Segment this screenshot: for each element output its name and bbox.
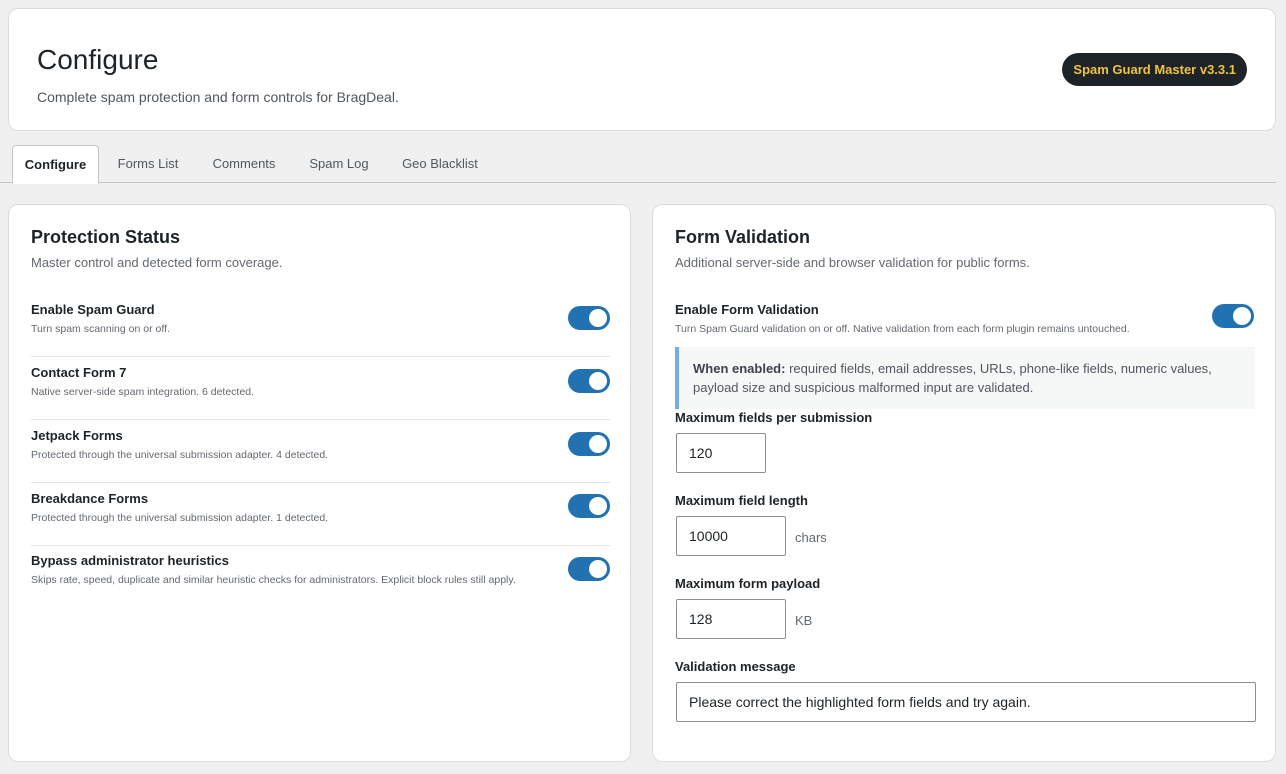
notice-strong: When enabled: bbox=[693, 361, 786, 376]
tab-comments[interactable]: Comments bbox=[198, 145, 290, 183]
setting-help: Native server-side spam integration. 6 d… bbox=[31, 386, 254, 398]
bypass-admin-heuristics-toggle[interactable] bbox=[568, 557, 610, 581]
header-card: Configure Complete spam protection and f… bbox=[8, 8, 1276, 131]
setting-help: Turn spam scanning on or off. bbox=[31, 323, 170, 335]
setting-help: Protected through the universal submissi… bbox=[31, 512, 329, 524]
form-validation-description: Additional server-side and browser valid… bbox=[675, 255, 1030, 270]
breakdance-forms-toggle[interactable] bbox=[568, 494, 610, 518]
setting-label: Contact Form 7 bbox=[31, 365, 127, 380]
tab-forms-list[interactable]: Forms List bbox=[104, 145, 192, 183]
tab-spam-log[interactable]: Spam Log bbox=[296, 145, 382, 183]
setting-label: Breakdance Forms bbox=[31, 491, 149, 506]
setting-row-breakdance-forms: Breakdance Forms Protected through the u… bbox=[31, 483, 610, 546]
setting-label: Bypass administrator heuristics bbox=[31, 553, 229, 568]
contact-form-7-toggle[interactable] bbox=[568, 369, 610, 393]
max-field-length-input[interactable] bbox=[676, 516, 786, 556]
setting-label: Enable Form Validation bbox=[675, 302, 819, 317]
protection-status-panel: Protection Status Master control and det… bbox=[8, 204, 631, 762]
tab-configure[interactable]: Configure bbox=[12, 145, 99, 184]
enable-form-validation-toggle[interactable] bbox=[1212, 304, 1254, 328]
max-fields-label: Maximum fields per submission bbox=[675, 410, 873, 425]
protection-status-description: Master control and detected form coverag… bbox=[31, 255, 283, 270]
setting-row-contact-form-7: Contact Form 7 Native server-side spam i… bbox=[31, 357, 610, 420]
max-field-length-unit: chars bbox=[795, 530, 827, 545]
setting-label: Jetpack Forms bbox=[31, 428, 123, 443]
setting-help: Skips rate, speed, duplicate and similar… bbox=[31, 574, 516, 586]
max-fields-input[interactable] bbox=[676, 433, 766, 473]
max-form-payload-label: Maximum form payload bbox=[675, 576, 821, 591]
protection-status-title: Protection Status bbox=[31, 227, 181, 247]
setting-row-enable-spam-guard: Enable Spam Guard Turn spam scanning on … bbox=[31, 294, 610, 357]
max-form-payload-input[interactable] bbox=[676, 599, 786, 639]
tab-geo-blacklist[interactable]: Geo Blacklist bbox=[388, 145, 492, 183]
tab-bar: Configure Forms List Comments Spam Log G… bbox=[0, 145, 1276, 184]
page-subtitle: Complete spam protection and form contro… bbox=[37, 89, 399, 105]
validation-info-notice: When enabled: required fields, email add… bbox=[675, 347, 1255, 409]
version-badge: Spam Guard Master v3.3.1 bbox=[1062, 53, 1247, 86]
max-field-length-label: Maximum field length bbox=[675, 493, 808, 508]
setting-label: Enable Spam Guard bbox=[31, 302, 155, 317]
form-validation-title: Form Validation bbox=[675, 227, 811, 247]
setting-help: Protected through the universal submissi… bbox=[31, 449, 329, 461]
validation-message-input[interactable] bbox=[676, 682, 1256, 722]
setting-row-jetpack-forms: Jetpack Forms Protected through the univ… bbox=[31, 420, 610, 483]
setting-help: Turn Spam Guard validation on or off. Na… bbox=[675, 323, 1130, 335]
jetpack-forms-toggle[interactable] bbox=[568, 432, 610, 456]
enable-spam-guard-toggle[interactable] bbox=[568, 306, 610, 330]
form-validation-panel: Form Validation Additional server-side a… bbox=[652, 204, 1276, 762]
setting-row-bypass-admin-heuristics: Bypass administrator heuristics Skips ra… bbox=[31, 545, 610, 608]
max-form-payload-unit: KB bbox=[795, 613, 813, 628]
page-title: Configure bbox=[37, 44, 159, 75]
validation-message-label: Validation message bbox=[675, 659, 796, 674]
